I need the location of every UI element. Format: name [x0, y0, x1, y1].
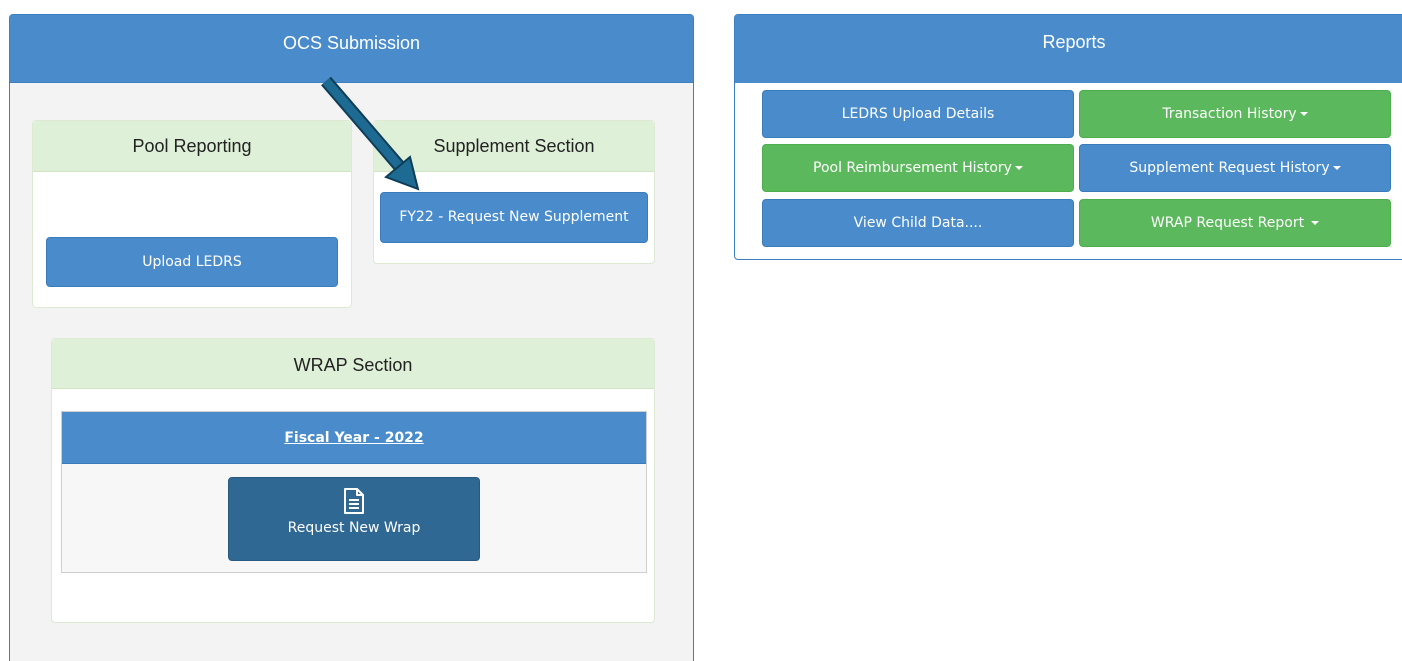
wrap-request-report-button[interactable]: WRAP Request Report	[1079, 199, 1391, 247]
fiscal-year-link[interactable]: Fiscal Year - 2022	[284, 430, 423, 446]
reports-header: Reports	[735, 15, 1402, 83]
annotation-arrow-icon	[321, 76, 420, 191]
wrap-section-panel: WRAP Section Fiscal Year - 2022 Request …	[51, 338, 655, 623]
wrap-section-header: WRAP Section	[52, 339, 654, 389]
caret-down-icon	[1332, 166, 1341, 170]
pool-reimbursement-history-button[interactable]: Pool Reimbursement History	[762, 144, 1074, 192]
transaction-history-label: Transaction History	[1162, 106, 1297, 122]
request-new-wrap-button[interactable]: Request New Wrap	[228, 477, 480, 561]
document-icon	[344, 488, 364, 514]
request-new-supplement-button[interactable]: FY22 - Request New Supplement	[380, 192, 648, 243]
pool-reporting-header: Pool Reporting	[33, 121, 351, 172]
ocs-submission-header: OCS Submission	[10, 15, 693, 83]
ledrs-upload-details-button[interactable]: LEDRS Upload Details	[762, 90, 1074, 138]
ocs-submission-panel: OCS Submission Pool Reporting Upload LED…	[9, 14, 694, 661]
view-child-data-label: View Child Data....	[853, 215, 983, 231]
wrap-request-report-label: WRAP Request Report	[1150, 215, 1305, 231]
reports-panel: Reports LEDRS Upload Details Transaction…	[734, 14, 1402, 260]
caret-down-icon	[1299, 112, 1308, 116]
caret-down-icon	[1014, 166, 1023, 170]
supplement-request-history-label: Supplement Request History	[1129, 160, 1330, 176]
upload-ledrs-button[interactable]: Upload LEDRS	[46, 237, 338, 287]
supplement-request-history-button[interactable]: Supplement Request History	[1079, 144, 1391, 192]
ledrs-upload-details-label: LEDRS Upload Details	[841, 106, 995, 122]
view-child-data-button[interactable]: View Child Data....	[762, 199, 1074, 247]
fiscal-year-box: Fiscal Year - 2022 Request New Wrap	[61, 411, 647, 573]
transaction-history-button[interactable]: Transaction History	[1079, 90, 1391, 138]
pool-reimbursement-history-label: Pool Reimbursement History	[813, 160, 1012, 176]
fiscal-year-header: Fiscal Year - 2022	[62, 412, 646, 464]
pool-reporting-panel: Pool Reporting Upload LEDRS	[32, 120, 352, 308]
caret-down-icon	[1311, 221, 1320, 225]
request-new-wrap-label: Request New Wrap	[287, 520, 421, 536]
